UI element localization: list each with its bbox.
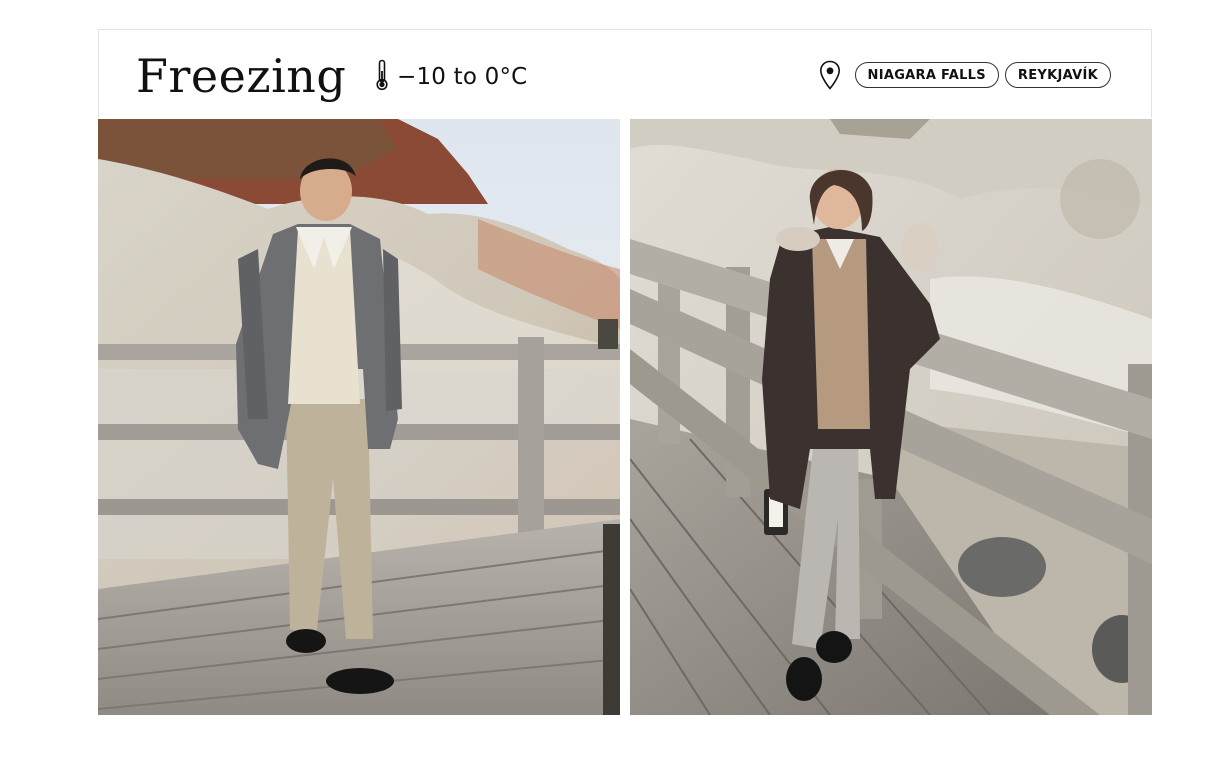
temperature-range: −10 to 0°C (375, 59, 528, 96)
location-chip-niagara-falls[interactable]: NIAGARA FALLS (854, 62, 999, 88)
location-list: NIAGARA FALLS REYKJAVÍK (819, 59, 1111, 91)
outfit-photo-women (630, 119, 1152, 715)
weather-title: Freezing (136, 49, 347, 103)
outfit-card: Freezing −10 to 0°C NIAGARA FALLS REYKJA… (98, 29, 1152, 715)
map-pin-icon (819, 59, 841, 91)
thermometer-icon (375, 59, 389, 96)
outfit-photo-men (98, 119, 620, 715)
temperature-text: −10 to 0°C (397, 64, 528, 90)
location-chip-reykjavik[interactable]: REYKJAVÍK (1004, 62, 1111, 88)
weather-header: Freezing −10 to 0°C NIAGARA FALLS REYKJA… (98, 29, 1152, 118)
